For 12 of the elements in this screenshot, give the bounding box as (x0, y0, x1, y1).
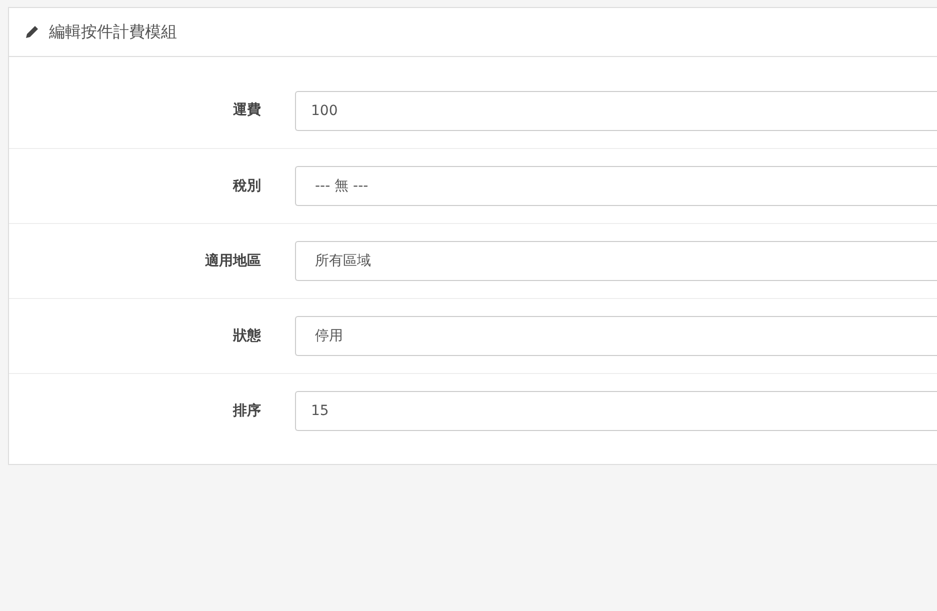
input-field[interactable]: 100 (295, 90, 937, 130)
input-field[interactable]: 15 (295, 391, 937, 431)
field-label: 狀態 (232, 326, 262, 346)
select-field[interactable]: --- 無 --- (295, 166, 937, 206)
field-label: 稅別 (232, 176, 262, 196)
select-field[interactable]: 所有區域 (295, 241, 937, 281)
field-label: 運費 (232, 101, 262, 120)
panel-title: 編輯按件計費模組 (49, 21, 177, 43)
select-field[interactable]: 停用 (295, 316, 937, 356)
pencil-icon (25, 25, 39, 39)
field-label: 排序 (232, 402, 262, 420)
field-label: 適用地區 (204, 252, 262, 270)
